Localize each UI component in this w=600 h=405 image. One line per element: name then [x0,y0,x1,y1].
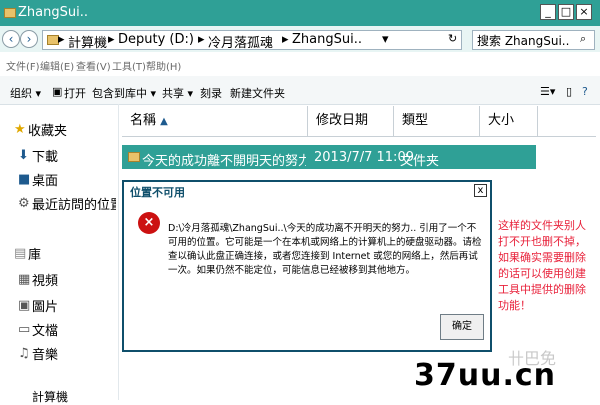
star-icon: ★ [14,122,26,137]
sidebar-item-favorites[interactable]: 收藏夹 [28,120,67,139]
ok-button[interactable]: 确定 [440,314,484,340]
maximize-button[interactable]: □ [558,4,574,20]
library-icon: ▤ [14,246,27,261]
command-bar [0,76,600,105]
menu-edit[interactable]: 编辑(E) [40,58,74,73]
sidebar-divider [118,104,119,400]
file-date: 2013/7/7 11:09 [314,150,414,165]
crumb-subfolder[interactable]: ZhangSui.. [292,32,362,47]
column-date[interactable]: 修改日期 [308,106,394,136]
organize-button[interactable]: 组织 ▾ [10,85,41,101]
column-name[interactable]: 名稱 ▲ [122,106,308,136]
menu-help[interactable]: 帮助(H) [146,58,181,73]
sidebar-item-music[interactable]: 音樂 [32,344,58,363]
sidebar-item-documents[interactable]: 文檔 [32,320,58,339]
back-button[interactable]: ‹ [2,30,20,48]
annotation-text: 这样的文件夹别人打不开也删不掉，如果确实需要删除的话可以使用创建工具中提供的删除… [498,219,586,312]
crumb-separator: ▸ [108,32,115,47]
menu-view[interactable]: 查看(V) [76,58,111,73]
sidebar-item-pictures[interactable]: 圖片 [32,296,58,315]
download-icon: ⬇ [18,148,29,163]
refresh-icon[interactable]: ↻ [448,32,457,45]
sidebar-item-downloads[interactable]: 下載 [32,146,58,165]
burn-button[interactable]: 刻录 [200,85,222,101]
crumb-separator: ▸ [282,32,289,47]
sidebar-item-desktop[interactable]: 桌面 [32,170,58,189]
column-size[interactable]: 大小 [480,106,538,136]
address-dropdown[interactable]: ▾ [382,32,389,47]
sidebar-item-library[interactable]: 庫 [28,244,41,263]
documents-icon: ▭ [18,322,31,337]
forward-button[interactable]: › [20,30,38,48]
folder-icon [4,8,16,18]
dialog-close-button[interactable]: x [474,184,487,197]
open-icon: ▣ [52,85,63,98]
error-icon: × [138,212,160,234]
help-icon[interactable]: ? [582,85,588,98]
watermark-logo: 37uu.cn [414,358,556,393]
new-folder-button[interactable]: 新建文件夹 [230,85,285,101]
sidebar-item-recent[interactable]: 最近訪問的位置 [32,194,116,213]
menu-tools[interactable]: 工具(T) [112,58,146,73]
crumb-separator: ▸ [58,32,65,47]
preview-pane-icon[interactable]: ▯ [566,85,572,98]
desktop-icon: ■ [18,172,31,187]
recent-places-icon: ⚙ [18,196,30,211]
sidebar-item-videos[interactable]: 視頻 [32,270,58,289]
folder-icon [128,152,140,162]
open-button[interactable]: 打开 [64,85,86,101]
pictures-icon: ▣ [18,298,31,313]
search-icon[interactable]: ⌕ [580,32,586,46]
dialog-message: D:\冷月落孤魂\ZhangSui..\今天的成功离不开明天的努力.. 引用了一… [168,223,482,276]
crumb-drive[interactable]: Deputy (D:) [118,32,194,47]
crumb-folder[interactable]: 冷月落孤魂 [208,32,273,51]
column-type[interactable]: 類型 [394,106,480,136]
view-options-icon[interactable]: ☰▾ [540,85,555,98]
share-button[interactable]: 共享 ▾ [162,85,193,101]
include-library-button[interactable]: 包含到库中 ▾ [92,85,156,101]
crumb-separator: ▸ [198,32,205,47]
file-name: 今天的成功離不開明天的努力.. [142,154,306,169]
crumb-computer[interactable]: 計算機 [68,32,107,51]
menu-file[interactable]: 文件(F) [6,58,40,73]
search-placeholder: 搜索 ZhangSui.. [477,34,570,48]
minimize-button[interactable]: _ [540,4,556,20]
close-button[interactable]: × [576,4,592,20]
dialog-title: 位置不可用 [130,186,185,199]
file-type: 文件夹 [400,154,440,169]
window-title: ZhangSui.. [18,5,88,20]
sidebar-item-computer[interactable]: 計算機 [32,388,68,405]
music-icon: ♫ [18,346,30,361]
sort-ascending-icon: ▲ [160,116,168,127]
videos-icon: ▦ [18,272,31,287]
title-bar [0,0,600,26]
